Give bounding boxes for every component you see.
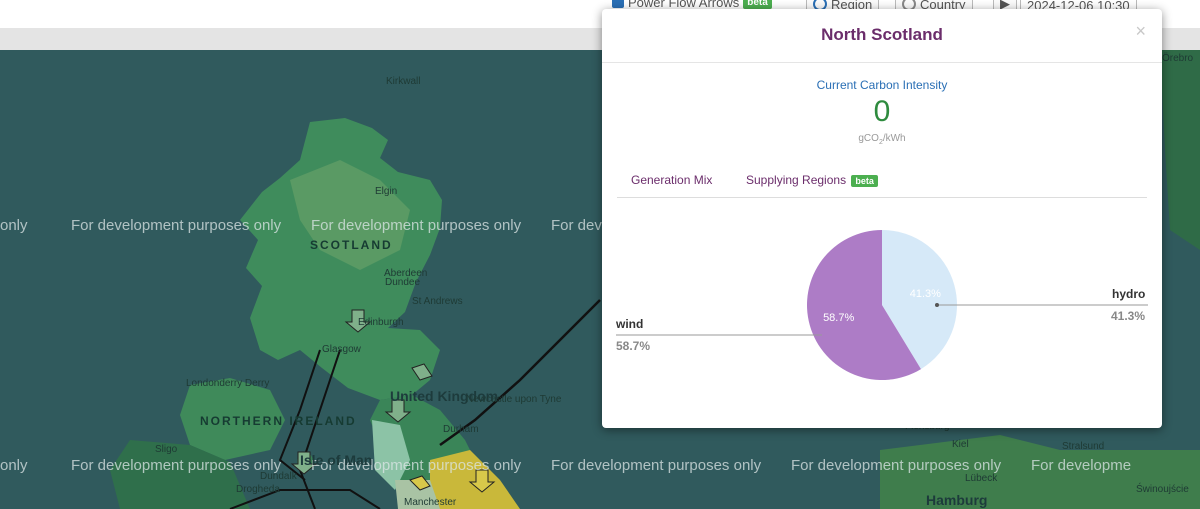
watermark: For developme: [1031, 457, 1132, 474]
region-popup: North Scotland × Current Carbon Intensit…: [602, 9, 1162, 428]
map-label-isle-of-man: Isle of Man: [300, 452, 373, 468]
map-label-scotland: SCOTLAND: [310, 238, 393, 252]
close-icon[interactable]: ×: [1135, 21, 1146, 42]
map-label-kirkwall: Kirkwall: [386, 76, 421, 87]
popup-title: North Scotland: [821, 25, 943, 44]
map-label-united-kingdom: United Kingdom: [390, 388, 499, 404]
carbon-intensity-label: Current Carbon Intensity: [816, 78, 948, 92]
map-label-durham: Durham: [443, 424, 479, 435]
pie-pct-wind: 58.7%: [616, 339, 651, 353]
map-label-hamburg: Hamburg: [926, 492, 988, 508]
pie-label-hydro: hydro: [1112, 287, 1146, 301]
watermark: only: [0, 217, 28, 234]
map-label-newcastle: Newcastle upon Tyne: [466, 394, 562, 405]
carbon-intensity-value: 0: [873, 95, 891, 128]
pie-leader-dot-hydro: [935, 303, 939, 307]
popup-tabs: Generation Mix Supplying Regions beta: [617, 169, 1147, 198]
pie-label-wind: wind: [616, 317, 644, 331]
map-label-dundalk: Dundalk: [260, 471, 297, 482]
map-label-elgin: Elgin: [375, 186, 398, 197]
tab-generation-mix[interactable]: Generation Mix: [631, 173, 712, 187]
map-label-swinoujscie: Świnoujście: [1136, 484, 1189, 495]
watermark: For development purposes only: [311, 217, 522, 234]
pie-pct-hydro: 41.3%: [1111, 309, 1146, 323]
map-label-drogheda: Drogheda: [236, 484, 280, 495]
power-flow-badge: beta: [743, 0, 772, 9]
beta-badge: beta: [851, 175, 878, 187]
map-label-orebro: Örebro: [1162, 53, 1194, 64]
tab-supplying-regions[interactable]: Supplying Regions beta: [746, 173, 878, 187]
watermark: For development purposes only: [71, 457, 282, 474]
map-label-edinburgh: Edinburgh: [358, 317, 404, 328]
watermark: For development purposes only: [551, 457, 762, 474]
map-label-stralsund: Stralsund: [1062, 441, 1105, 452]
generation-mix-pie-chart: 41.3% 58.7%: [616, 230, 1148, 380]
watermark: For development purposes only: [71, 217, 282, 234]
watermark: For development purposes only: [791, 457, 1002, 474]
map-label-st-andrews: St Andrews: [412, 296, 463, 307]
watermark: only: [0, 457, 28, 474]
map-label-manchester: Manchester: [404, 497, 457, 508]
pie-inner-label-hydro: 41.3%: [910, 288, 941, 300]
map-label-londonderry: Londonderry Derry: [186, 378, 270, 389]
scandinavia-landmass: [1160, 50, 1200, 250]
map-label-northern-ireland: NORTHERN IRELAND: [200, 414, 357, 428]
map-label-lubeck: Lübeck: [965, 473, 998, 484]
map-label-glasgow: Glasgow: [322, 344, 361, 355]
popup-header: North Scotland ×: [602, 9, 1162, 63]
map-label-kiel: Kiel: [952, 439, 969, 450]
carbon-intensity-unit: gCO2/kWh: [858, 133, 906, 146]
map-label-dundee: Dundee: [385, 277, 421, 288]
pie-inner-label-wind: 58.7%: [823, 312, 854, 324]
checkbox-icon[interactable]: [612, 0, 624, 8]
map-label-sligo: Sligo: [155, 444, 178, 455]
